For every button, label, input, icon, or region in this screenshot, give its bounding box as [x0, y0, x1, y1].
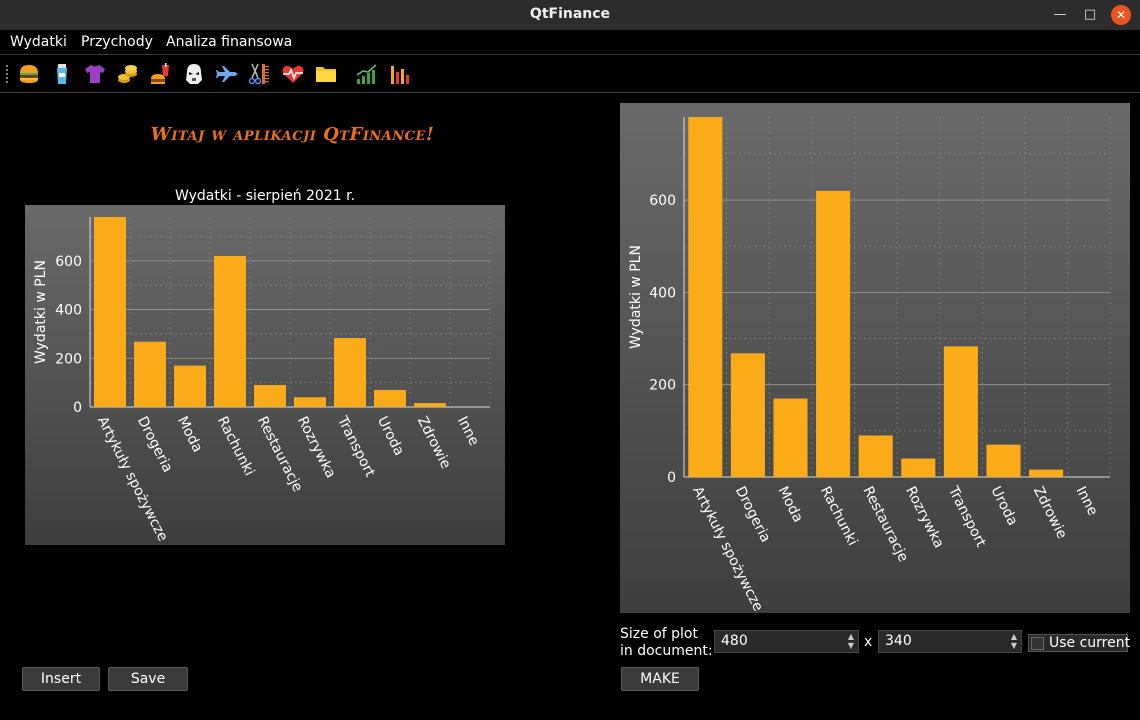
- welcome-heading: Witaj w aplikacji QtFinance!: [150, 124, 435, 145]
- x-tick-label: Uroda: [987, 484, 1020, 528]
- x-tick-label: Drogeria: [134, 414, 176, 475]
- divider: [0, 54, 1140, 55]
- airplane-icon[interactable]: [215, 62, 239, 86]
- plot-height-spinbox[interactable]: 340 ▲ ▼: [878, 630, 1022, 653]
- window-title: QtFinance: [529, 6, 611, 22]
- menu-bar: Wydatki Przychody Analiza finansowa: [0, 31, 1140, 54]
- minimize-button[interactable]: —: [1050, 5, 1070, 25]
- close-button[interactable]: ✕: [1111, 5, 1131, 25]
- bar[interactable]: [174, 365, 206, 407]
- menu-wydatki[interactable]: Wydatki: [10, 34, 67, 50]
- scissors-comb-icon[interactable]: [248, 62, 272, 86]
- y-tick-label: 200: [649, 378, 676, 394]
- x-tick-label: Uroda: [374, 414, 407, 458]
- x-tick-label: Transport: [333, 413, 378, 480]
- y-tick-label: 600: [649, 193, 676, 209]
- tshirt-icon[interactable]: [83, 62, 107, 86]
- x-tick-label: Artykuły spożywcze: [94, 414, 171, 544]
- coins-icon[interactable]: [116, 62, 140, 86]
- bar[interactable]: [94, 217, 126, 407]
- plot-height-value: 340: [885, 633, 912, 649]
- left-expenses-chart: 0 200 400 600 Artykuły spożywcze Drogeria Moda…: [25, 205, 505, 545]
- y-tick-label: 400: [55, 303, 82, 319]
- chart-svg: 0 200 400 600 Artykuły spożywczeDrogeriaModa…: [33, 217, 491, 544]
- fast-food-icon[interactable]: [149, 62, 173, 86]
- y-axis-label: Wydatki w PLN: [33, 260, 49, 364]
- checkbox-box[interactable]: [1031, 637, 1044, 650]
- menu-analiza-finansowa[interactable]: Analiza finansowa: [166, 34, 292, 50]
- bar[interactable]: [294, 397, 326, 407]
- maximize-button[interactable]: □: [1080, 5, 1100, 25]
- toolbar-grip[interactable]: [5, 64, 9, 84]
- spin-arrows-icon[interactable]: ▲ ▼: [1009, 632, 1019, 651]
- size-separator: x: [864, 634, 873, 650]
- x-tick-label: Drogeria: [732, 484, 774, 545]
- x-tick-label: Transport: [944, 483, 989, 550]
- use-current-checkbox[interactable]: Use current: [1028, 634, 1131, 652]
- x-tick-label: Inne: [454, 414, 482, 448]
- y-tick-label: 400: [649, 285, 676, 301]
- divider: [0, 92, 1140, 93]
- x-tick-label: Rachunki: [214, 414, 257, 479]
- y-tick-label: 200: [55, 351, 82, 367]
- folder-icon[interactable]: [314, 62, 338, 86]
- x-tick-label: Restauracje: [860, 484, 912, 565]
- bar[interactable]: [858, 435, 893, 477]
- x-tick-label: Zdrowie: [414, 414, 454, 472]
- x-tick-label: Rachunki: [817, 484, 860, 549]
- bar[interactable]: [730, 353, 765, 477]
- toolbar: [0, 58, 1140, 90]
- bar[interactable]: [414, 403, 446, 407]
- size-of-plot-label: Size of plot in document:: [620, 626, 713, 660]
- bar[interactable]: [134, 341, 166, 407]
- x-tick-label: Zdrowie: [1030, 484, 1070, 542]
- title-bar: QtFinance — □ ✕: [0, 0, 1140, 30]
- save-button[interactable]: Save: [108, 667, 188, 691]
- use-current-label: Use current: [1049, 635, 1131, 651]
- chart-svg: 0200400600Artykuły spożywczeDrogeriaModa…: [628, 117, 1111, 613]
- make-button[interactable]: MAKE: [621, 667, 699, 691]
- left-chart-title: Wydatki - sierpień 2021 r.: [174, 188, 356, 204]
- spin-arrows-icon[interactable]: ▲ ▼: [846, 632, 856, 651]
- bar[interactable]: [374, 389, 406, 407]
- bar[interactable]: [986, 444, 1021, 477]
- x-tick-label: Rozrywka: [294, 414, 339, 481]
- bottle-icon[interactable]: [50, 62, 74, 86]
- heart-pulse-icon[interactable]: [281, 62, 305, 86]
- bar-chart-icon[interactable]: [388, 62, 412, 86]
- x-tick-label: Moda: [774, 484, 806, 525]
- y-tick-label: 600: [55, 254, 82, 270]
- x-tick-label: Inne: [1073, 484, 1101, 518]
- size-label-line2: in document:: [620, 643, 713, 659]
- burger-icon[interactable]: [17, 62, 41, 86]
- plot-width-value: 480: [721, 633, 748, 649]
- bar[interactable]: [943, 346, 978, 477]
- stormtrooper-icon[interactable]: [182, 62, 206, 86]
- bar[interactable]: [334, 338, 366, 407]
- size-label-line1: Size of plot: [620, 626, 698, 642]
- bar[interactable]: [214, 255, 246, 407]
- bar[interactable]: [773, 398, 808, 477]
- y-tick-label: 0: [73, 400, 82, 416]
- y-tick-label: 0: [667, 470, 676, 486]
- y-axis-label: Wydatki w PLN: [628, 245, 644, 349]
- growth-chart-icon[interactable]: [355, 62, 379, 86]
- bar[interactable]: [816, 190, 851, 477]
- right-expenses-chart: 0 200 400 600 Artykuły spożywcze Drogeria Moda…: [620, 103, 1130, 613]
- insert-button[interactable]: Insert: [22, 667, 100, 691]
- bar[interactable]: [901, 458, 936, 477]
- menu-przychody[interactable]: Przychody: [81, 34, 153, 50]
- plot-width-spinbox[interactable]: 480 ▲ ▼: [714, 630, 859, 653]
- x-tick-label: Moda: [174, 414, 206, 455]
- bar[interactable]: [1029, 469, 1064, 477]
- bar[interactable]: [688, 117, 723, 477]
- bar[interactable]: [254, 385, 286, 407]
- x-tick-label: Rozrywka: [902, 484, 947, 551]
